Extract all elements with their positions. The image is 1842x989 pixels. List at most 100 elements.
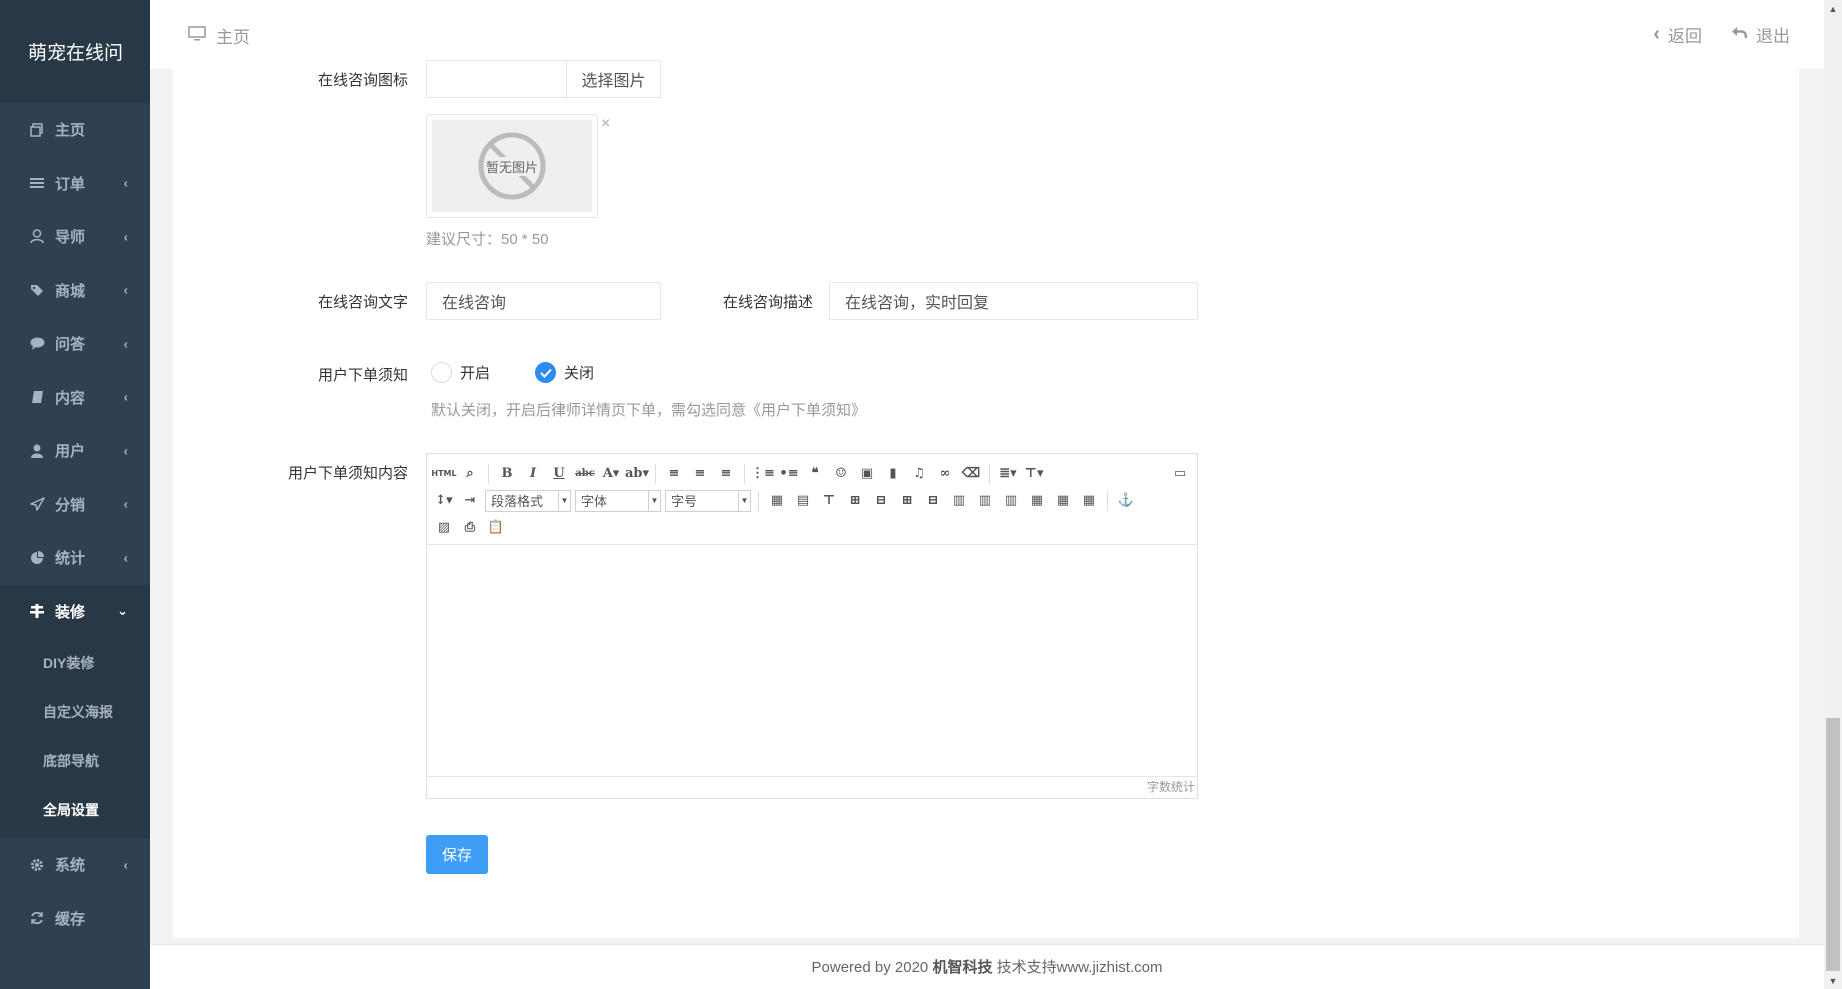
italic-icon[interactable]: I: [522, 463, 544, 485]
split-cols-icon[interactable]: ▦: [1078, 490, 1100, 512]
home-link[interactable]: 主页: [188, 23, 250, 48]
font-family-select[interactable]: 字体 ▼: [575, 489, 661, 512]
sub-item-bottom-nav[interactable]: 底部导航: [0, 736, 150, 785]
align-left-icon[interactable]: ≡: [663, 463, 685, 485]
nav-item-home[interactable]: 主页: [0, 103, 150, 157]
eraser-icon[interactable]: ⌫: [960, 463, 982, 485]
format-brush-icon[interactable]: ⊤▾: [1023, 463, 1045, 485]
back-button[interactable]: ‹ 返回: [1653, 22, 1702, 47]
sub-item-diy[interactable]: DIY装修: [0, 638, 150, 687]
toolbar-separator: [1107, 490, 1108, 511]
print-icon[interactable]: ⎙: [459, 517, 481, 539]
paste-icon[interactable]: 📋: [485, 517, 507, 539]
paragraph-format-label: 段落格式: [491, 494, 544, 509]
strikethrough-icon[interactable]: abc: [574, 463, 596, 485]
scroll-thumb[interactable]: [1826, 718, 1840, 971]
video-icon[interactable]: ▮: [882, 463, 904, 485]
select-image-button[interactable]: 选择图片: [566, 60, 661, 98]
quote-icon[interactable]: ❝: [804, 463, 826, 485]
nav-item-qa[interactable]: 问答 ‹: [0, 317, 150, 371]
radio-enable[interactable]: 开启: [431, 362, 490, 383]
merge-right-icon[interactable]: ▥: [974, 490, 996, 512]
nav-item-mall[interactable]: 商城 ‹: [0, 264, 150, 318]
nav-label: 导师: [55, 229, 86, 247]
anchor-icon[interactable]: ⚓: [1115, 490, 1137, 512]
insert-table-icon[interactable]: ▦: [766, 490, 788, 512]
html-source-button[interactable]: HTML: [431, 463, 456, 485]
page-scrollbar[interactable]: ▲ ▼: [1824, 0, 1842, 989]
ordered-list-icon[interactable]: ⋮≡: [751, 463, 775, 485]
sidebar: 萌宠在线问 主页 订单 ‹ 导师 ‹ 商城 ‹ 问答 ‹ 内容 ‹ 用户 ‹ 分…: [0, 0, 150, 989]
comment-icon: [28, 336, 46, 352]
insert-col-icon[interactable]: ⊞: [896, 490, 918, 512]
tags-icon: [28, 282, 46, 298]
highlight-icon[interactable]: ab▾: [625, 463, 649, 485]
radio-disable-label: 关闭: [564, 365, 595, 382]
word-count: 字数统计: [427, 776, 1197, 798]
save-button[interactable]: 保存: [426, 835, 488, 874]
font-size-select[interactable]: 字号 ▼: [665, 489, 751, 512]
align-center-icon[interactable]: ≡: [689, 463, 711, 485]
delete-col-icon[interactable]: ⊟: [922, 490, 944, 512]
nav-item-orders[interactable]: 订单 ‹: [0, 157, 150, 211]
editor-body[interactable]: [427, 545, 1197, 776]
unordered-list-icon[interactable]: •≡: [778, 463, 800, 485]
nav-item-system[interactable]: 系统 ‹: [0, 838, 150, 892]
refresh-icon: [28, 910, 46, 926]
sub-item-global-settings[interactable]: 全局设置: [0, 785, 150, 834]
radio-disable[interactable]: 关闭: [535, 362, 594, 383]
line-height-icon[interactable]: ≣▾: [997, 463, 1019, 485]
toolbar-separator: [488, 463, 489, 484]
insert-row-icon[interactable]: ⊞: [844, 490, 866, 512]
text-field-label: 在线咨询文字: [317, 294, 408, 311]
nav-item-distribution[interactable]: 分销 ‹: [0, 478, 150, 532]
bold-icon[interactable]: B: [496, 463, 518, 485]
sub-item-poster[interactable]: 自定义海报: [0, 687, 150, 736]
scroll-up-icon[interactable]: ▲: [1824, 0, 1842, 17]
template-icon[interactable]: ▨: [433, 517, 455, 539]
dropdown-arrow-icon: ▼: [648, 490, 660, 511]
underline-icon[interactable]: U: [548, 463, 570, 485]
merge-down-icon[interactable]: ▥: [1000, 490, 1022, 512]
dropdown-arrow-icon: ▼: [738, 490, 750, 511]
split-cells-icon[interactable]: ▦: [1026, 490, 1048, 512]
chevron-left-icon: ‹: [123, 336, 128, 352]
preview-icon[interactable]: ⌕: [459, 463, 481, 485]
chevron-left-icon: ‹: [123, 550, 128, 566]
logout-button[interactable]: 退出: [1730, 22, 1790, 47]
insert-title-row-icon[interactable]: ⊤: [818, 490, 840, 512]
delete-row-icon[interactable]: ⊟: [870, 490, 892, 512]
merge-cells-icon[interactable]: ▥: [948, 490, 970, 512]
content-field-label: 用户下单须知内容: [287, 465, 408, 482]
emoji-icon[interactable]: ☺: [830, 463, 852, 485]
consult-desc-input[interactable]: 在线咨询，实时回复: [829, 282, 1198, 320]
nav-item-decoration[interactable]: 装修 ⌄: [0, 584, 150, 638]
link-icon[interactable]: ∞: [934, 463, 956, 485]
nav-item-cache[interactable]: 缓存: [0, 892, 150, 946]
nav-label: 系统: [55, 857, 86, 875]
indent-icon[interactable]: ⇥: [459, 490, 481, 512]
fullscreen-icon[interactable]: ▭: [1169, 463, 1191, 485]
nav-item-users[interactable]: 用户 ‹: [0, 424, 150, 478]
nav-label: 分销: [55, 496, 86, 514]
split-rows-icon[interactable]: ▦: [1052, 490, 1074, 512]
send-icon: [28, 496, 46, 512]
remove-image-icon[interactable]: ×: [601, 115, 610, 133]
radio-circle-checked[interactable]: [535, 362, 556, 383]
font-color-icon[interactable]: A▾: [600, 463, 622, 485]
align-right-icon[interactable]: ≡: [715, 463, 737, 485]
table-props-icon[interactable]: ▤: [792, 490, 814, 512]
rich-text-editor[interactable]: HTML ⌕ B I U abc A▾ ab▾ ≡ ≡ ≡ ⋮≡ •≡ ❝ ☺ …: [426, 453, 1198, 799]
row-spacing-icon[interactable]: ↕▾: [433, 490, 455, 512]
radio-circle[interactable]: [431, 362, 452, 383]
paragraph-format-select[interactable]: 段落格式 ▼: [485, 489, 571, 512]
consult-text-input[interactable]: 在线咨询: [426, 282, 661, 320]
nav-item-content[interactable]: 内容 ‹: [0, 371, 150, 425]
nav-item-stats[interactable]: 统计 ‹: [0, 531, 150, 585]
image-icon[interactable]: ▣: [856, 463, 878, 485]
nav-item-mentor[interactable]: 导师 ‹: [0, 210, 150, 264]
scroll-down-icon[interactable]: ▼: [1824, 972, 1842, 989]
decoration-submenu: DIY装修 自定义海报 底部导航 全局设置: [0, 638, 150, 838]
icon-path-input[interactable]: [426, 60, 569, 98]
music-icon[interactable]: ♫: [908, 463, 930, 485]
